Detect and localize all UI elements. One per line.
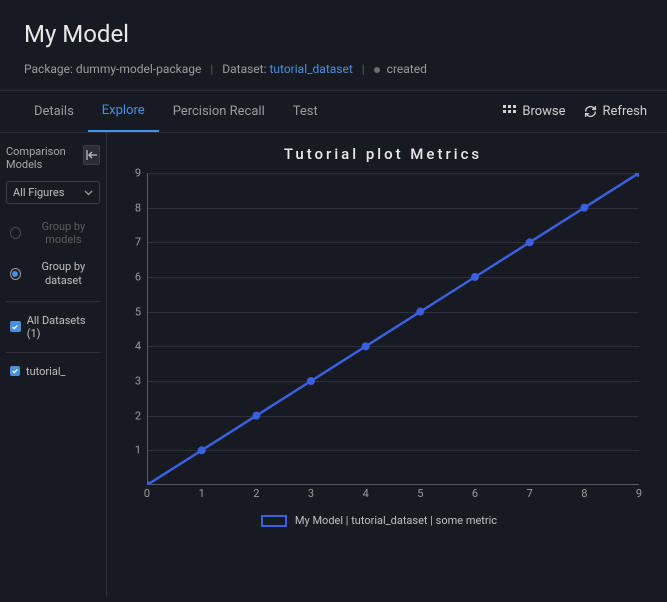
package-value: dummy-model-package [76, 62, 201, 76]
radio-icon [10, 227, 21, 239]
refresh-button[interactable]: Refresh [584, 104, 647, 119]
y-tick: 4 [135, 340, 141, 353]
chart-line [147, 173, 639, 485]
divider [6, 301, 100, 302]
y-tick: 9 [135, 167, 141, 180]
x-tick: 2 [253, 487, 259, 500]
status-dot-icon [374, 67, 380, 73]
group-by-models-label: Group by models [27, 220, 100, 246]
y-axis: 123456789 [119, 173, 147, 485]
tab-precision-recall[interactable]: Percision Recall [159, 92, 279, 131]
chart-title: Tutorial plot Metrics [109, 145, 657, 163]
y-tick: 1 [135, 444, 141, 457]
group-by-models-radio: Group by models [10, 220, 100, 246]
meta-row: Package: dummy-model-package | Dataset: … [24, 62, 643, 76]
browse-button[interactable]: Browse [503, 104, 565, 119]
x-tick: 3 [308, 487, 314, 500]
dataset-item-checkbox[interactable]: tutorial_ [10, 365, 100, 378]
chevron-down-icon [84, 186, 93, 199]
group-by-dataset-radio[interactable]: Group by dataset [10, 260, 100, 286]
main: Comparison Models All Figures Group by m… [0, 133, 667, 597]
checkbox-icon [10, 321, 21, 332]
chart-area: Tutorial plot Metrics 1 2 3 4 5 6 7 8 9 0 1 2 3 4 5 6 7… [106, 133, 667, 597]
legend-swatch [261, 515, 287, 527]
y-tick: 6 [135, 271, 141, 284]
figures-select-value: All Figures [13, 186, 64, 199]
figures-select[interactable]: All Figures [6, 181, 100, 204]
separator: | [362, 62, 365, 76]
tab-test[interactable]: Test [279, 92, 332, 131]
x-tick: 7 [527, 487, 533, 500]
divider [6, 352, 100, 353]
comparison-models-label: Comparison Models [6, 145, 79, 171]
y-tick: 3 [135, 375, 141, 388]
page-title: My Model [24, 20, 643, 48]
x-axis: 0 1 2 3 4 5 6 7 8 9 [147, 485, 639, 505]
group-by-dataset-label: Group by dataset [27, 260, 100, 286]
status-text: created [387, 62, 427, 76]
refresh-icon [584, 105, 597, 118]
x-tick: 8 [581, 487, 587, 500]
legend-label: My Model | tutorial_dataset | some metri… [295, 514, 497, 527]
radio-icon [10, 268, 21, 280]
dataset-label: Dataset: [222, 62, 266, 76]
y-tick: 2 [135, 409, 141, 422]
collapse-sidebar-button[interactable] [83, 145, 100, 165]
y-tick: 7 [135, 236, 141, 249]
separator: | [210, 62, 213, 76]
x-tick: 5 [417, 487, 423, 500]
x-tick: 4 [363, 487, 369, 500]
y-tick: 8 [135, 201, 141, 214]
dataset-link[interactable]: tutorial_dataset [269, 62, 352, 76]
tab-bar: Details Explore Percision Recall Test Br… [0, 91, 667, 133]
chart-plot: 123456789 0123456789 My Model | tutorial… [119, 173, 639, 523]
tab-explore[interactable]: Explore [88, 91, 159, 132]
checkbox-icon [10, 366, 20, 376]
grid-icon [503, 105, 516, 118]
x-tick: 1 [199, 487, 205, 500]
x-tick: 9 [636, 487, 642, 500]
chart-legend: My Model | tutorial_dataset | some metri… [119, 514, 639, 527]
dataset-item-label: tutorial_ [26, 365, 65, 378]
header: My Model Package: dummy-model-package | … [0, 0, 667, 91]
x-tick: 0 [144, 487, 150, 500]
collapse-icon [86, 150, 98, 160]
tab-details[interactable]: Details [20, 92, 88, 131]
sidebar: Comparison Models All Figures Group by m… [0, 133, 106, 597]
all-datasets-checkbox[interactable]: All Datasets (1) [10, 314, 100, 340]
y-tick: 5 [135, 305, 141, 318]
all-datasets-label: All Datasets (1) [27, 314, 100, 340]
browse-label: Browse [522, 104, 565, 119]
x-tick: 6 [472, 487, 478, 500]
refresh-label: Refresh [603, 104, 647, 119]
package-label: Package: [24, 62, 73, 76]
